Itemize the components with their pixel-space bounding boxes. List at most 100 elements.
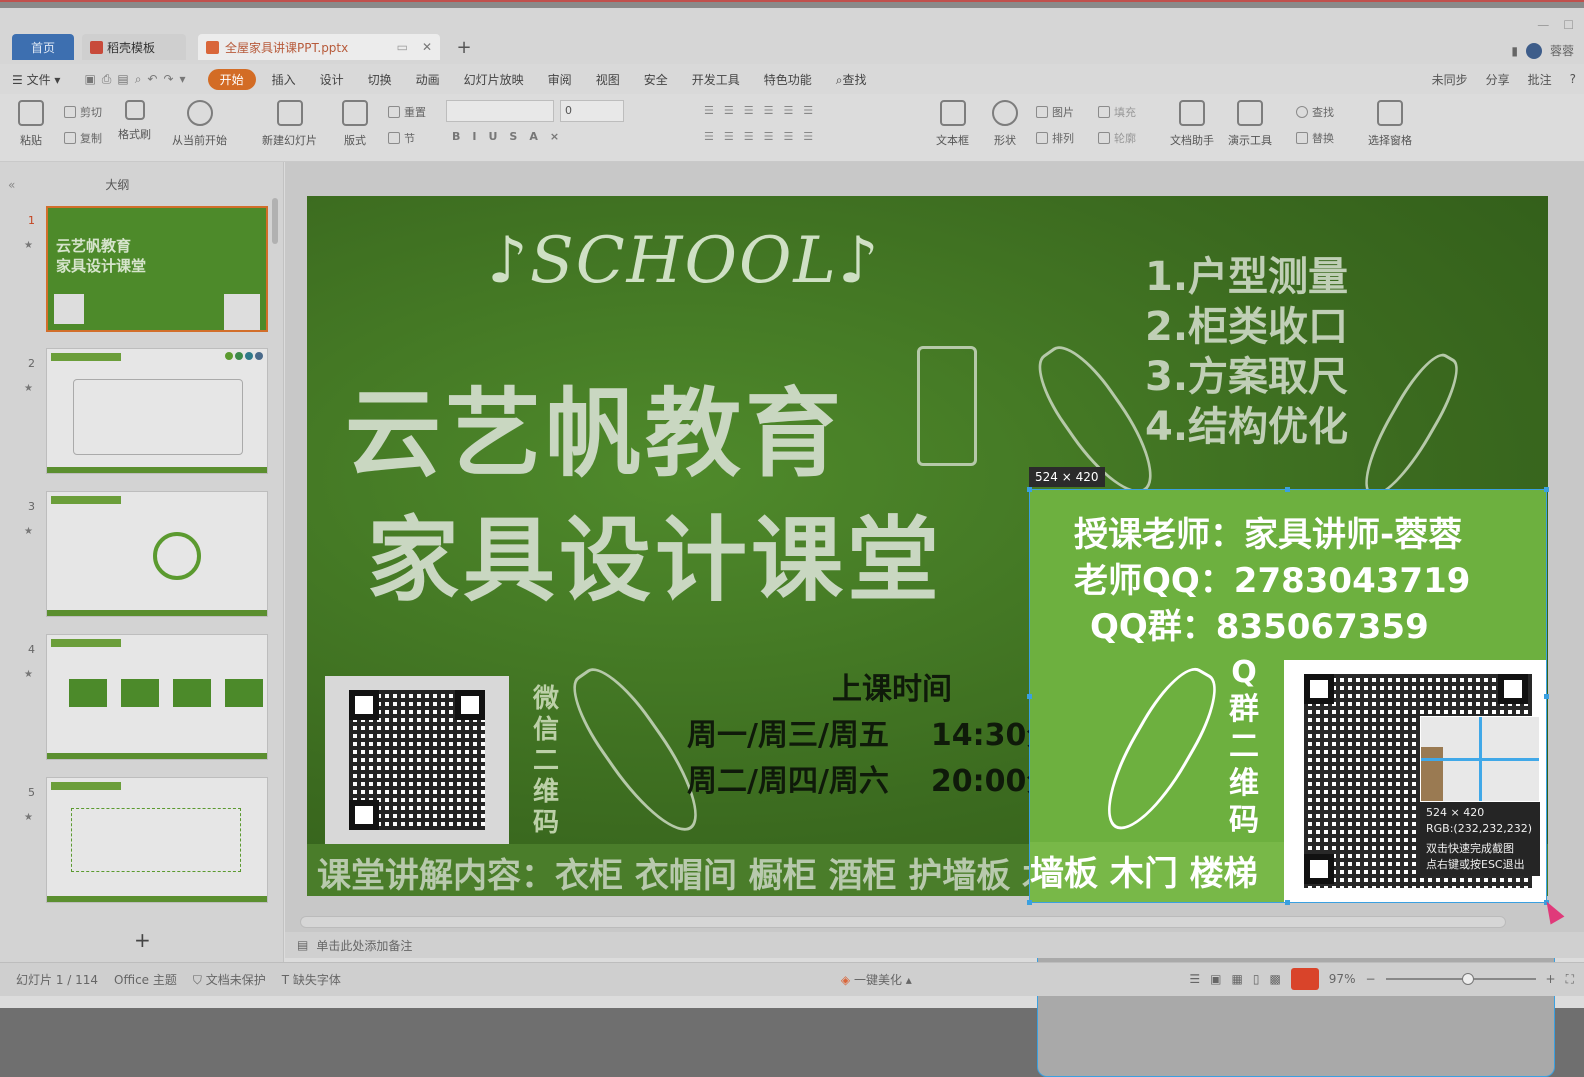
tab-pin-icon[interactable]: ▭ bbox=[397, 40, 408, 54]
panel-scrollbar[interactable] bbox=[272, 198, 278, 244]
collapse-panel-icon[interactable]: « bbox=[8, 178, 15, 192]
zoom-level[interactable]: 97% bbox=[1329, 972, 1356, 986]
cut-button[interactable]: 剪切 bbox=[64, 104, 102, 120]
paragraph-buttons[interactable]: ☰☰☰☰☰☰ bbox=[704, 104, 823, 117]
presenter-view-icon[interactable]: ▩ bbox=[1269, 972, 1280, 986]
help-button[interactable]: ? bbox=[1570, 72, 1576, 86]
menu-transition[interactable]: 切换 bbox=[356, 71, 404, 88]
thumb-footer bbox=[47, 753, 267, 759]
minimize-icon[interactable]: — bbox=[1537, 18, 1549, 32]
normal-view-icon[interactable]: ▣ bbox=[1210, 972, 1221, 986]
screenshot-magnifier bbox=[1420, 716, 1540, 802]
tab-close-icon[interactable]: ✕ bbox=[422, 40, 432, 54]
select-pane-button[interactable]: 选择窗格 bbox=[1368, 100, 1412, 148]
slide-thumbnail-2[interactable] bbox=[46, 348, 268, 474]
file-menu[interactable]: ☰ 文件 ▾ bbox=[0, 71, 72, 88]
tab-outline[interactable]: 大纲 bbox=[97, 174, 137, 195]
menu-developer[interactable]: 开发工具 bbox=[680, 71, 752, 88]
selection-handle[interactable] bbox=[1027, 694, 1032, 699]
menu-right: 未同步 分享 批注 ? bbox=[1432, 64, 1576, 94]
comment-button[interactable]: 批注 bbox=[1528, 71, 1552, 88]
theme-name[interactable]: Office 主题 bbox=[114, 971, 177, 988]
thumb-title: 云艺帆教育 家具设计课堂 bbox=[56, 236, 166, 276]
slide-thumbnail-4[interactable] bbox=[46, 634, 268, 760]
document-protect-label: 文档未保护 bbox=[205, 973, 266, 987]
picture-button[interactable]: 图片 bbox=[1036, 104, 1074, 120]
beautify-button[interactable]: ◈ 一键美化 ▴ bbox=[841, 971, 912, 988]
selection-handle[interactable] bbox=[1027, 487, 1032, 492]
menu-review[interactable]: 审阅 bbox=[536, 71, 584, 88]
section-button[interactable]: 节 bbox=[388, 130, 415, 146]
new-slide-button[interactable]: 新建幻灯片 bbox=[262, 100, 317, 148]
present-tools-icon bbox=[1237, 100, 1263, 126]
menu-features[interactable]: 特色功能 bbox=[752, 71, 824, 88]
outline-button[interactable]: 轮廓 bbox=[1098, 130, 1136, 146]
slide-thumbnail-1[interactable]: 云艺帆教育 家具设计课堂 bbox=[46, 206, 268, 332]
section-label: 节 bbox=[404, 132, 415, 145]
align-buttons[interactable]: ☰☰☰☰☰☰ bbox=[704, 130, 823, 143]
selection-handle[interactable] bbox=[1285, 487, 1290, 492]
present-tools-button[interactable]: 演示工具 bbox=[1228, 100, 1272, 148]
zoom-in-button[interactable]: + bbox=[1546, 972, 1556, 986]
windows-icon[interactable]: ▮ bbox=[1511, 44, 1518, 58]
menu-slideshow[interactable]: 幻灯片放映 bbox=[452, 71, 536, 88]
replace-button[interactable]: 替换 bbox=[1296, 130, 1334, 146]
tab-template[interactable]: 稻壳模板 bbox=[82, 34, 186, 60]
slide-thumbnail-5[interactable] bbox=[46, 777, 268, 903]
copy-button[interactable]: 复制 bbox=[64, 130, 102, 146]
account-area[interactable]: ▮ 蓉蓉 bbox=[1511, 42, 1574, 59]
document-protect[interactable]: ⛉ 文档未保护 bbox=[193, 971, 266, 988]
topic-item: 1.户型测量 bbox=[1145, 254, 1349, 300]
font-name-input[interactable] bbox=[446, 100, 554, 122]
selection-handle[interactable] bbox=[1027, 900, 1032, 905]
horizontal-scrollbar[interactable] bbox=[300, 916, 1506, 928]
menu-animation[interactable]: 动画 bbox=[404, 71, 452, 88]
arrange-button[interactable]: 排列 bbox=[1036, 130, 1074, 146]
maximize-icon[interactable]: ☐ bbox=[1563, 18, 1574, 32]
menu-view[interactable]: 视图 bbox=[584, 71, 632, 88]
slide-thumbnail-3[interactable] bbox=[46, 491, 268, 617]
reset-button[interactable]: 重置 bbox=[388, 104, 426, 120]
zoom-out-button[interactable]: − bbox=[1365, 972, 1375, 986]
reading-view-icon[interactable]: ▯ bbox=[1253, 972, 1260, 986]
notes-toggle-icon[interactable]: ☰ bbox=[1189, 972, 1200, 986]
sync-status[interactable]: 未同步 bbox=[1432, 71, 1468, 88]
notes-area[interactable]: ▤ 单击此处添加备注 bbox=[285, 932, 1584, 958]
menu-security[interactable]: 安全 bbox=[632, 71, 680, 88]
fit-window-icon[interactable]: ⛶ bbox=[1566, 972, 1574, 987]
paste-button[interactable]: 粘贴 bbox=[18, 100, 44, 148]
qq-group-label: Q群二维码 bbox=[1229, 655, 1259, 838]
selection-handle[interactable] bbox=[1544, 694, 1549, 699]
tab-home[interactable]: 首页 bbox=[12, 34, 74, 60]
tab-document[interactable]: 全屋家具讲课PPT.pptx ▭ ✕ bbox=[198, 34, 440, 60]
slide-number: 3 bbox=[28, 500, 35, 513]
play-slideshow-button[interactable] bbox=[1290, 968, 1319, 990]
find-button[interactable]: 查找 bbox=[1296, 104, 1334, 120]
cut-label: 剪切 bbox=[80, 106, 102, 119]
zoom-slider[interactable] bbox=[1385, 973, 1536, 985]
font-style-buttons[interactable]: BIUSA× bbox=[452, 130, 571, 143]
slide-count: 幻灯片 1 / 114 bbox=[16, 973, 99, 987]
fill-button[interactable]: 填充 bbox=[1098, 104, 1136, 120]
format-painter-button[interactable]: 格式刷 bbox=[118, 100, 151, 142]
share-button[interactable]: 分享 bbox=[1486, 71, 1510, 88]
menu-search[interactable]: ⌕查找 bbox=[824, 71, 879, 88]
missing-font[interactable]: T 缺失字体 bbox=[282, 971, 341, 988]
selection-handle[interactable] bbox=[1285, 900, 1290, 905]
textbox-button[interactable]: 文本框 bbox=[936, 100, 969, 148]
menu-home[interactable]: 开始 bbox=[207, 68, 256, 90]
menu-design[interactable]: 设计 bbox=[308, 71, 356, 88]
menu-insert[interactable]: 插入 bbox=[260, 71, 308, 88]
selection-handle[interactable] bbox=[1544, 487, 1549, 492]
shape-button[interactable]: 形状 bbox=[992, 100, 1018, 148]
play-from-current-button[interactable]: 从当前开始 bbox=[172, 100, 227, 148]
new-tab-button[interactable]: + bbox=[452, 34, 476, 60]
quick-access-toolbar[interactable]: ▣⎙▤⌕↶↷▾ bbox=[72, 72, 203, 87]
layout-button[interactable]: 版式 bbox=[342, 100, 368, 148]
avatar[interactable] bbox=[1525, 42, 1542, 59]
sorter-view-icon[interactable]: ▦ bbox=[1232, 972, 1243, 986]
doc-helper-button[interactable]: 文档助手 bbox=[1170, 100, 1214, 148]
add-slide-button[interactable]: + bbox=[134, 928, 151, 952]
zoom-slider-thumb[interactable] bbox=[1461, 973, 1474, 985]
font-size-input[interactable]: 0 bbox=[560, 100, 624, 122]
